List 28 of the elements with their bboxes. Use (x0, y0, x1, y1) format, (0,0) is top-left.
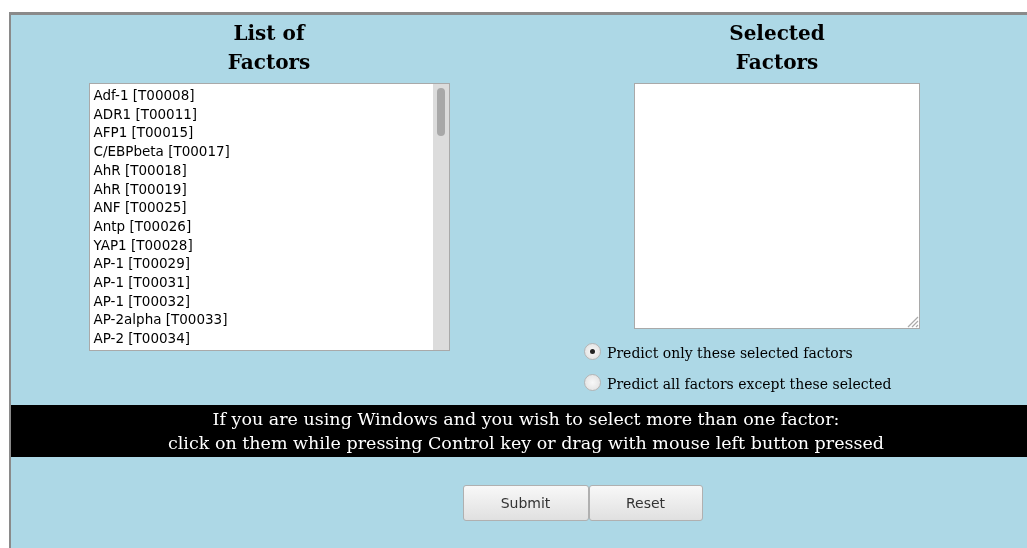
notice-text: click on them while pressing Control key or drag with mouse left button pressed (167, 432, 885, 455)
factor-option[interactable]: Antp [T00026] (93, 216, 429, 236)
radio-label[interactable]: Predict only these selected factors (607, 345, 853, 361)
factor-option[interactable]: AP-2 [T00034] (93, 329, 429, 348)
radio-button[interactable] (584, 342, 601, 360)
factor-option[interactable]: AP-1 [T00032] (93, 291, 429, 311)
factor-option[interactable]: AhR [T00019] (93, 179, 429, 199)
submit-button[interactable]: Submit (462, 485, 589, 521)
factor-option[interactable]: C/EBPbeta [T00017] (93, 142, 429, 161)
factor-option[interactable]: YAP1 [T00028] (93, 235, 429, 255)
selected-heading: Selected Factors (728, 20, 826, 76)
factor-option[interactable]: ADR1 [T00011] (93, 104, 429, 124)
radio-label[interactable]: Predict all factors except these selected (607, 376, 892, 392)
factor-option[interactable]: AP-1 [T00029] (93, 254, 429, 274)
list-heading: List of Factors (226, 20, 312, 76)
scrollbar[interactable] (432, 84, 449, 350)
notice-text: If you are using Windows and you wish to select more than one factor: (212, 408, 840, 431)
factor-option[interactable]: Adf-1 [T00008] (93, 86, 429, 105)
radio-button[interactable] (584, 373, 601, 391)
factor-listbox[interactable] (88, 83, 450, 351)
factor-option[interactable]: AhR [T00018] (93, 160, 429, 180)
selected-factors-field[interactable] (634, 83, 920, 329)
resize-grip-icon[interactable] (905, 314, 919, 328)
factor-option[interactable]: AP-2alpha [T00033] (93, 310, 429, 330)
factor-option[interactable]: AFP1 [T00015] (93, 123, 429, 143)
reset-button[interactable]: Reset (588, 485, 703, 521)
factor-option[interactable]: AP-1 [T00031] (93, 273, 429, 292)
factor-option[interactable]: ANF [T00025] (93, 198, 429, 217)
